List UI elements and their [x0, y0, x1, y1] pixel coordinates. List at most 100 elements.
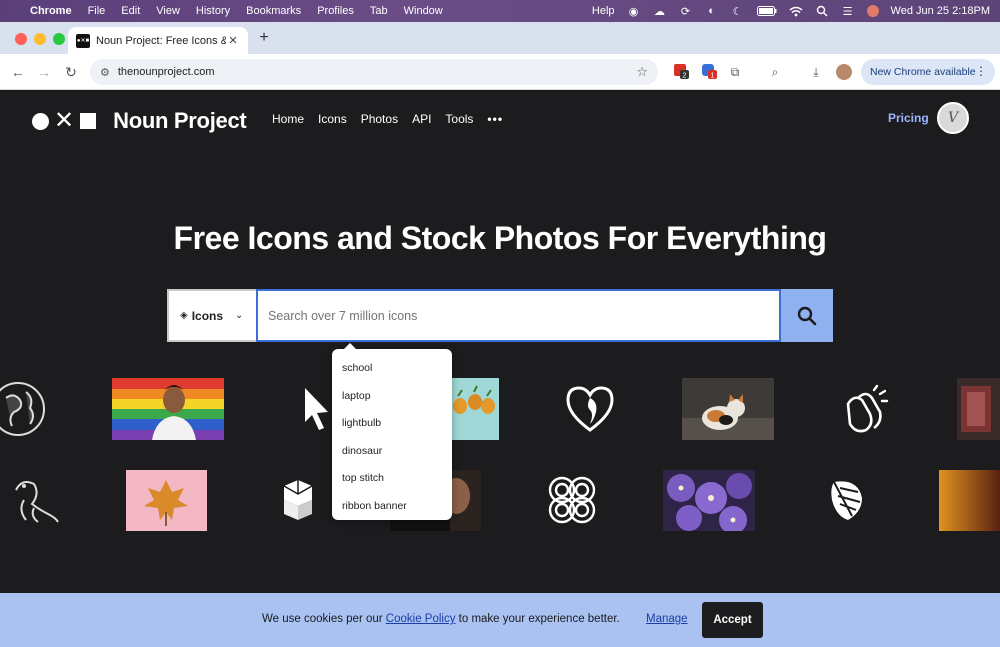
spotlight-icon[interactable]: [815, 5, 829, 17]
cookie-manage-link[interactable]: Manage: [646, 613, 688, 625]
cookie-accept-button[interactable]: Accept: [702, 602, 763, 638]
menu-app-name[interactable]: Chrome: [30, 5, 72, 17]
cat-photo[interactable]: [682, 378, 774, 440]
zoom-window-button[interactable]: [53, 33, 65, 45]
search-suggestions: school laptop lightbulb dinosaur top sti…: [332, 343, 452, 521]
globe-icon[interactable]: [0, 378, 46, 440]
moon-icon[interactable]: ☾: [731, 5, 745, 18]
search-icon: [797, 306, 817, 325]
glitch-abstract-photo[interactable]: [957, 378, 1000, 440]
suggestion-item[interactable]: laptop: [332, 383, 452, 411]
suggestion-item[interactable]: top stitch: [332, 465, 452, 493]
search-button[interactable]: [781, 289, 833, 342]
extensions-puzzle-icon[interactable]: ⧉: [726, 63, 744, 81]
site-logo[interactable]: ✕ Noun Project: [32, 107, 247, 134]
menu-datetime[interactable]: Wed Jun 25 2:18PM: [891, 5, 990, 17]
reload-icon[interactable]: ↻: [61, 62, 81, 82]
heart-face-icon[interactable]: [564, 384, 616, 434]
menu-help[interactable]: Help: [592, 5, 615, 17]
browser-tab-strip: ●✕■ Noun Project: Free Icons & St ✕ +: [0, 22, 1000, 54]
forward-arrow-icon[interactable]: →: [34, 62, 54, 82]
extension-calendar-icon[interactable]: 2: [672, 63, 690, 81]
download-icon[interactable]: ⤓: [807, 63, 825, 81]
pricing-link[interactable]: Pricing: [888, 111, 929, 125]
extension-blue-icon[interactable]: 1: [700, 63, 718, 81]
menu-history[interactable]: History: [196, 5, 230, 17]
new-chrome-label: New Chrome available: [870, 66, 976, 78]
site-info-icon[interactable]: ⚙: [100, 66, 110, 79]
nav-api[interactable]: API: [412, 112, 431, 126]
nav-home[interactable]: Home: [272, 112, 304, 126]
new-tab-icon[interactable]: +: [256, 30, 272, 46]
profile-avatar-icon[interactable]: [835, 63, 853, 81]
svg-text:2: 2: [683, 73, 687, 80]
autumn-leaf-photo[interactable]: [126, 470, 207, 531]
wifi-icon[interactable]: [789, 5, 803, 17]
address-bar-url: thenounproject.com: [117, 66, 215, 78]
swirl-pattern-icon[interactable]: [546, 474, 598, 526]
suggestion-item[interactable]: school: [332, 355, 452, 383]
menu-tab[interactable]: Tab: [370, 5, 388, 17]
macos-menubar: Chrome File Edit View History Bookmarks …: [0, 0, 1000, 22]
bookmark-star-icon[interactable]: ☆: [636, 64, 648, 80]
noun-project-favicon: ●✕■: [76, 33, 90, 48]
suggestion-item[interactable]: ribbon banner: [332, 493, 452, 521]
battery-icon[interactable]: [756, 5, 777, 17]
monstera-leaf-icon[interactable]: [828, 476, 866, 524]
svg-text:1: 1: [711, 73, 715, 80]
logo-x-icon: ✕: [54, 107, 75, 134]
back-arrow-icon[interactable]: ←: [8, 62, 28, 82]
record-icon[interactable]: ◉: [627, 5, 641, 18]
menu-window[interactable]: Window: [404, 5, 443, 17]
nav-photos[interactable]: Photos: [361, 112, 398, 126]
browser-toolbar: ← → ↻ ⚙ thenounproject.com ☆ 2 1 ⧉ ⌕ ⤓ N…: [0, 54, 1000, 90]
rodent-animal-icon[interactable]: [10, 474, 62, 526]
nav-more-icon[interactable]: •••: [487, 112, 503, 126]
browser-tab-active[interactable]: ●✕■ Noun Project: Free Icons & St ✕: [68, 27, 248, 54]
search-type-dropdown[interactable]: ◈ Icons ⌄: [167, 289, 256, 342]
webpage: ✕ Noun Project Home Icons Photos API Too…: [0, 90, 1000, 647]
menu-edit[interactable]: Edit: [121, 5, 140, 17]
minimize-window-button[interactable]: [34, 33, 46, 45]
control-center-icon[interactable]: ☰: [841, 5, 855, 18]
cookie-message: We use cookies per our Cookie Policy to …: [262, 613, 620, 625]
menu-profiles[interactable]: Profiles: [317, 5, 354, 17]
search-input[interactable]: [256, 289, 781, 342]
main-nav: Home Icons Photos API Tools •••: [272, 112, 503, 126]
chevron-down-icon: ⌄: [235, 310, 244, 321]
clapping-hands-icon[interactable]: [838, 384, 890, 436]
new-chrome-available-button[interactable]: New Chrome available ⋮: [861, 59, 995, 85]
cookie-text-after: to make your experience better.: [455, 613, 620, 625]
nav-icons[interactable]: Icons: [318, 112, 347, 126]
menu-view[interactable]: View: [156, 5, 180, 17]
cloud-icon[interactable]: ☁: [653, 5, 667, 18]
user-avatar[interactable]: V: [937, 102, 969, 134]
pride-portrait-photo[interactable]: [112, 378, 224, 440]
close-window-button[interactable]: [15, 33, 27, 45]
suggestion-item[interactable]: lightbulb: [332, 410, 452, 438]
vpn-icon[interactable]: ◐: [705, 5, 719, 17]
fruit-illustration-photo[interactable]: [450, 378, 499, 440]
menu-file[interactable]: File: [88, 5, 106, 17]
tab-close-icon[interactable]: ✕: [226, 34, 240, 47]
logo-square-icon: [80, 113, 97, 129]
brand-name: Noun Project: [113, 108, 247, 133]
address-bar[interactable]: ⚙ thenounproject.com ☆: [90, 59, 658, 85]
user-avatar-icon[interactable]: [866, 5, 879, 17]
tab-title: Noun Project: Free Icons & St: [96, 34, 226, 47]
cursor-arrow-icon[interactable]: [302, 386, 332, 432]
icons-type-icon: ◈: [180, 310, 188, 321]
window-controls: [15, 33, 65, 45]
cookie-policy-link[interactable]: Cookie Policy: [386, 613, 456, 625]
menu-bookmarks[interactable]: Bookmarks: [246, 5, 301, 17]
orange-gradient-photo[interactable]: [939, 470, 1000, 531]
logo-circle-icon: [32, 112, 49, 130]
suggestion-item[interactable]: dinosaur: [332, 438, 452, 466]
cube-blocks-icon[interactable]: [276, 478, 320, 522]
search-type-label: Icons: [191, 308, 224, 323]
purple-petunia-photo[interactable]: [663, 470, 755, 531]
sync-icon[interactable]: ⟳: [679, 5, 693, 18]
chrome-menu-icon[interactable]: ⋮: [975, 64, 987, 78]
nav-tools[interactable]: Tools: [445, 112, 473, 126]
tab-search-icon[interactable]: ⌕: [766, 63, 784, 81]
